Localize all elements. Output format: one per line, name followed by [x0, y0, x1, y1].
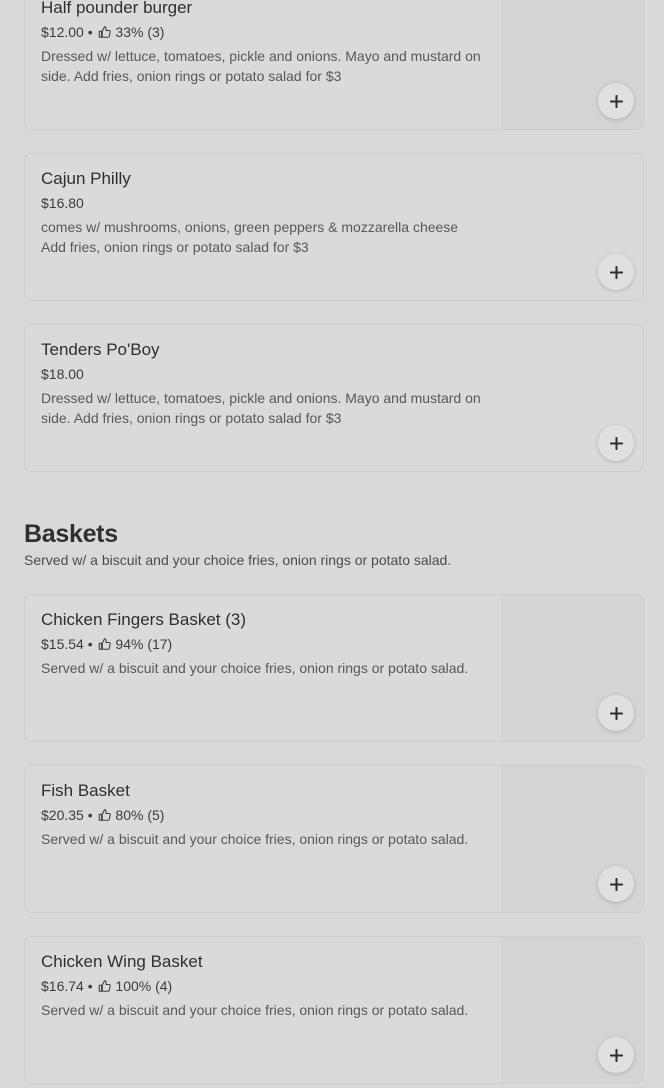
- item-price: $15.54: [41, 636, 84, 652]
- item-description: Served w/ a biscuit and your choice frie…: [41, 660, 469, 676]
- add-item-button[interactable]: [598, 254, 634, 290]
- item-name: Cajun Philly: [41, 169, 131, 188]
- item-name: Chicken Wing Basket: [41, 952, 203, 971]
- item-rating: 80% (5): [115, 807, 165, 823]
- meta-separator: •: [87, 24, 93, 40]
- meta-separator: •: [87, 636, 93, 652]
- plus-icon: [609, 1048, 623, 1062]
- item-description: Served w/ a biscuit and your choice frie…: [41, 1002, 469, 1018]
- add-item-button[interactable]: [598, 425, 634, 461]
- thumbs-up-icon: [98, 980, 111, 992]
- section-title: Baskets: [24, 520, 118, 548]
- item-meta: $16.74 • 100% (4): [41, 976, 485, 996]
- item-name: Fish Basket: [41, 781, 130, 800]
- item-price: $12.00: [41, 24, 84, 40]
- menu-item-card[interactable]: Chicken Wing Basket $16.74 • 100% (4) Se…: [24, 936, 644, 1084]
- thumbs-up-icon: [98, 26, 111, 38]
- plus-icon: [609, 265, 623, 279]
- plus-icon: [609, 94, 623, 108]
- menu-item-card[interactable]: Chicken Fingers Basket (3) $15.54 • 94% …: [24, 594, 644, 742]
- add-item-button[interactable]: [598, 83, 634, 119]
- item-rating: 94% (17): [115, 636, 173, 652]
- thumbs-up-icon: [98, 809, 111, 821]
- menu-page: Half pounder burger $12.00 • 33% (3) Dre…: [0, 0, 664, 1088]
- item-meta: $12.00 • 33% (3): [41, 22, 485, 42]
- add-item-button[interactable]: [598, 695, 634, 731]
- item-meta: $20.35 • 80% (5): [41, 805, 485, 825]
- menu-item-card[interactable]: Tenders Po'Boy $18.00 Dressed w/ lettuce…: [24, 324, 644, 472]
- menu-item-card[interactable]: Half pounder burger $12.00 • 33% (3) Dre…: [24, 0, 644, 130]
- item-description: Dressed w/ lettuce, tomatoes, pickle and…: [41, 48, 481, 84]
- item-description: Dressed w/ lettuce, tomatoes, pickle and…: [41, 390, 481, 426]
- item-name: Tenders Po'Boy: [41, 340, 160, 359]
- meta-separator: •: [87, 978, 93, 994]
- item-price: $16.80: [41, 195, 84, 211]
- item-description: Served w/ a biscuit and your choice frie…: [41, 831, 469, 847]
- item-price: $18.00: [41, 366, 84, 382]
- menu-item-card[interactable]: Cajun Philly $16.80 comes w/ mushrooms, …: [24, 153, 644, 301]
- plus-icon: [609, 877, 623, 891]
- item-name: Chicken Fingers Basket (3): [41, 610, 247, 629]
- plus-icon: [609, 706, 623, 720]
- item-meta: $16.80: [41, 193, 485, 213]
- item-meta: $18.00: [41, 364, 485, 384]
- item-name: Half pounder burger: [41, 0, 193, 17]
- meta-separator: •: [87, 807, 93, 823]
- item-description: comes w/ mushrooms, onions, green pepper…: [41, 219, 459, 255]
- section-description: Served w/ a biscuit and your choice frie…: [24, 552, 452, 568]
- item-rating: 33% (3): [115, 24, 165, 40]
- menu-item-card[interactable]: Fish Basket $20.35 • 80% (5) Served w/ a…: [24, 765, 644, 913]
- add-item-button[interactable]: [598, 1037, 634, 1073]
- item-meta: $15.54 • 94% (17): [41, 634, 485, 654]
- item-price: $20.35: [41, 807, 84, 823]
- plus-icon: [609, 436, 623, 450]
- thumbs-up-icon: [98, 638, 111, 650]
- item-rating: 100% (4): [115, 978, 173, 994]
- add-item-button[interactable]: [598, 866, 634, 902]
- item-price: $16.74: [41, 978, 84, 994]
